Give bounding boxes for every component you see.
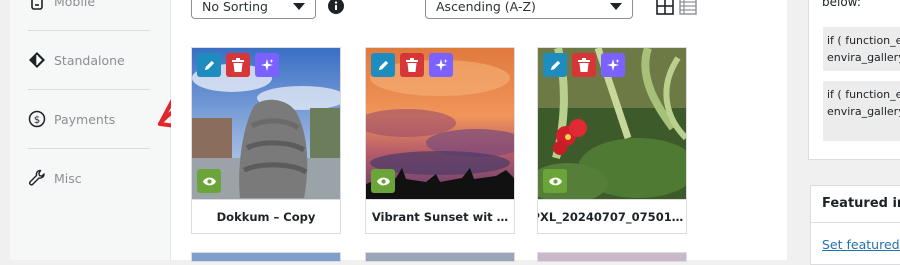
delete-button[interactable] [572, 53, 596, 77]
ai-button[interactable] [255, 53, 279, 77]
chevron-down-icon [610, 2, 622, 10]
eye-icon [376, 177, 390, 185]
sparkle-icon [435, 59, 448, 71]
gallery-item[interactable] [191, 252, 341, 262]
gallery-thumbnail[interactable] [538, 253, 686, 261]
nav-item-label: Standalone [54, 52, 125, 68]
pencil-icon [204, 60, 214, 70]
sparkle-icon [607, 59, 620, 71]
eye-icon [202, 177, 216, 185]
dollar-circle-icon: $ [28, 110, 46, 128]
gallery-thumbnail[interactable] [538, 48, 686, 199]
set-featured-image-link[interactable]: Set featured im [822, 237, 900, 252]
svg-text:$: $ [34, 115, 40, 126]
code-line: envira_gallery [827, 51, 900, 64]
featured-image-box: Featured ima Set featured im [810, 185, 900, 265]
edit-button[interactable] [371, 53, 395, 77]
sparkle-icon [261, 59, 274, 71]
gallery-thumbnail[interactable] [192, 253, 340, 261]
trash-icon [232, 58, 244, 72]
nav-item-mobile[interactable]: Mobile [28, 0, 95, 10]
gallery-item-caption: PXL_20240707_07501… ( [538, 199, 686, 233]
gallery-item-caption: Vibrant Sunset wit … [366, 199, 514, 233]
gallery-item-caption: Dokkum – Copy [192, 199, 340, 233]
settings-nav: Mobile Standalone $ Payments Misc [10, 0, 171, 260]
diamond-icon [28, 51, 46, 69]
order-select[interactable]: Ascending (A-Z) [425, 0, 633, 19]
code-snippet[interactable]: if ( function_ex envira_gallery [823, 27, 900, 71]
wrench-icon [28, 169, 46, 187]
edit-button[interactable] [197, 53, 221, 77]
usage-instructions-box: below: if ( function_ex envira_gallery i… [808, 0, 900, 160]
code-line: if ( function_ex [827, 88, 900, 101]
gallery-item[interactable]: Dokkum – Copy [191, 47, 341, 234]
gallery-thumbnail[interactable] [366, 253, 514, 261]
ai-button[interactable] [429, 53, 453, 77]
gallery-item[interactable] [365, 252, 515, 262]
list-view-icon[interactable] [679, 0, 697, 19]
trash-icon [578, 58, 590, 72]
featured-image-title: Featured ima [822, 196, 900, 211]
nav-divider [28, 89, 150, 90]
pencil-icon [550, 60, 560, 70]
gallery-thumbnail[interactable] [192, 48, 340, 199]
edit-button[interactable] [543, 53, 567, 77]
gallery-item[interactable]: Vibrant Sunset wit … [365, 47, 515, 234]
nav-item-misc[interactable]: Misc [28, 169, 82, 187]
preview-button[interactable] [197, 169, 221, 193]
gallery-panel: No Sorting Ascending (A-Z) Dokkum – Copy… [171, 0, 787, 262]
nav-item-standalone[interactable]: Standalone [28, 51, 125, 69]
trash-icon [406, 58, 418, 72]
pencil-icon [378, 60, 388, 70]
code-line: envira_gallery [827, 105, 900, 118]
sorting-select-value: No Sorting [202, 0, 268, 14]
delete-button[interactable] [400, 53, 424, 77]
box-divider [811, 222, 900, 223]
mobile-icon [28, 0, 46, 10]
gallery-item[interactable]: PXL_20240707_07501… ( [537, 47, 687, 234]
code-snippet[interactable]: if ( function_ex envira_gallery [823, 81, 900, 141]
code-line: if ( function_ex [827, 34, 900, 47]
ai-button[interactable] [601, 53, 625, 77]
gallery-item[interactable] [537, 252, 687, 262]
grid-view-icon[interactable] [656, 0, 674, 19]
instructions-text: below: [822, 0, 861, 9]
nav-item-label: Payments [54, 111, 116, 127]
order-select-value: Ascending (A-Z) [436, 0, 536, 14]
nav-divider [28, 148, 150, 149]
nav-divider [28, 30, 150, 31]
preview-button[interactable] [543, 169, 567, 193]
gallery-thumbnail[interactable] [366, 48, 514, 199]
sorting-select[interactable]: No Sorting [191, 0, 316, 19]
preview-button[interactable] [371, 169, 395, 193]
delete-button[interactable] [226, 53, 250, 77]
chevron-down-icon [293, 2, 305, 10]
nav-item-label: Misc [54, 170, 82, 186]
nav-item-label: Mobile [54, 0, 96, 9]
nav-item-payments[interactable]: $ Payments [28, 110, 115, 128]
info-icon[interactable] [328, 0, 344, 18]
eye-icon [548, 177, 562, 185]
